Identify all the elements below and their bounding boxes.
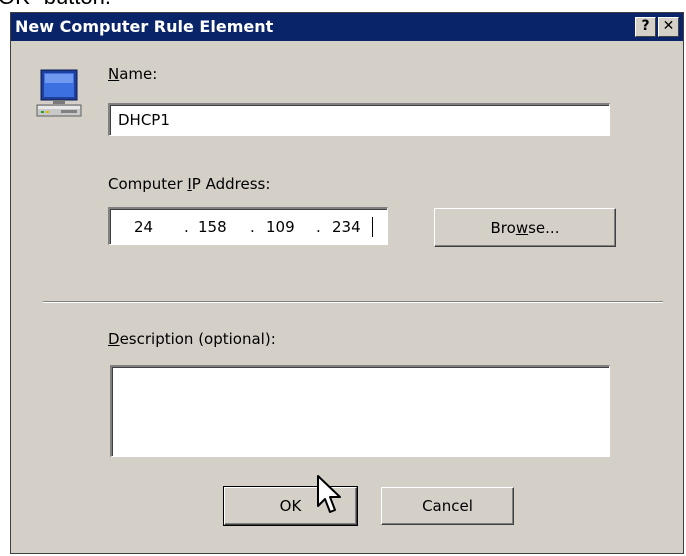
- title-bar[interactable]: New Computer Rule Element ? ✕: [11, 13, 683, 41]
- ip-octet-2[interactable]: 158: [198, 218, 227, 236]
- ip-dot-2: .: [250, 217, 255, 236]
- ip-dot-3: .: [316, 217, 321, 236]
- ip-address-label: Computer IP Address:: [108, 175, 271, 193]
- close-icon: ✕: [662, 18, 675, 34]
- name-input[interactable]: DHCP1: [108, 103, 610, 136]
- description-label: Description (optional):: [108, 330, 276, 348]
- ip-address-input[interactable]: 24 . 158 . 109 . 234: [108, 207, 388, 245]
- background-document-text: OK" button.: [0, 0, 111, 10]
- help-icon: ?: [641, 18, 650, 34]
- separator: [43, 301, 663, 303]
- ip-octet-1[interactable]: 24: [134, 218, 153, 236]
- text-caret: [372, 217, 373, 237]
- dialog-title: New Computer Rule Element: [15, 17, 274, 36]
- new-computer-rule-element-dialog: New Computer Rule Element ? ✕ Name: DHCP…: [10, 12, 684, 554]
- ip-octet-4[interactable]: 234: [332, 218, 361, 236]
- help-button[interactable]: ?: [635, 17, 656, 37]
- ip-octet-3[interactable]: 109: [266, 218, 295, 236]
- close-button[interactable]: ✕: [658, 17, 679, 37]
- mouse-pointer-icon: [317, 475, 341, 513]
- browse-button[interactable]: Browse...: [434, 208, 616, 247]
- ip-dot-1: .: [184, 217, 189, 236]
- name-label: Name:: [108, 65, 158, 83]
- description-input[interactable]: [110, 365, 610, 457]
- computer-icon: [36, 69, 82, 117]
- cancel-button[interactable]: Cancel: [381, 487, 514, 525]
